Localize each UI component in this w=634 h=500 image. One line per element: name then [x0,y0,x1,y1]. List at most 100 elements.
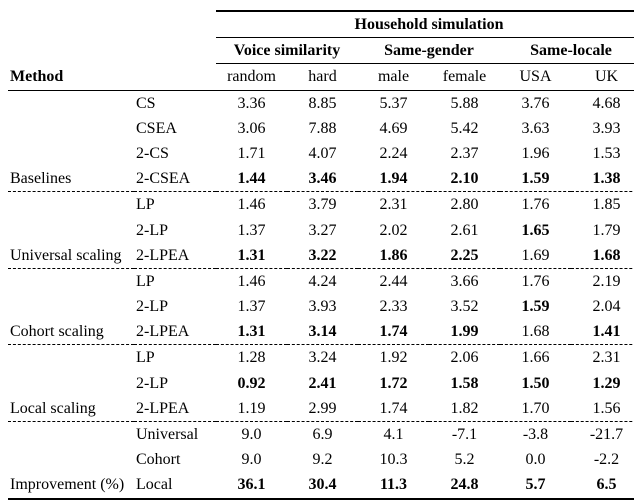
method-label: LP [134,192,216,218]
cell: 2.99 [287,396,358,422]
cell: 1.99 [429,319,500,345]
cell: 7.88 [287,116,358,141]
cell: 2.31 [358,192,429,218]
table-row: Improvement (%) Universal 9.0 6.9 4.1 -7… [8,422,634,448]
table-row: Universal scaling LP 1.46 3.79 2.31 2.80… [8,192,634,218]
cell: -7.1 [429,422,500,448]
cell: 2.02 [358,218,429,243]
method-label: 2-LP [134,371,216,396]
method-label: 2-CSEA [134,166,216,192]
cell: 36.1 [216,472,287,498]
cell: 3.66 [429,268,500,294]
cell: 3.93 [287,294,358,319]
cell: 5.2 [429,447,500,472]
cell: 1.70 [500,396,571,422]
cell: 1.74 [358,396,429,422]
cell: 1.76 [500,192,571,218]
cell: 2.37 [429,141,500,166]
super-header: Household simulation [216,11,634,38]
cell: 1.46 [216,268,287,294]
cell: 3.93 [571,116,634,141]
cell: -2.2 [571,447,634,472]
cell: 3.79 [287,192,358,218]
cell: 1.37 [216,218,287,243]
method-label: 2-CS [134,141,216,166]
col-female: female [429,64,500,90]
cell: 2.44 [358,268,429,294]
cell: 1.71 [216,141,287,166]
col-hard: hard [287,64,358,90]
cell: 2.41 [287,371,358,396]
cell: 5.88 [429,90,500,116]
cell: -3.8 [500,422,571,448]
cell: 2.04 [571,294,634,319]
cell: 9.2 [287,447,358,472]
cell: 2.06 [429,345,500,371]
cell: 3.27 [287,218,358,243]
cell: 1.59 [500,294,571,319]
cell: 1.44 [216,166,287,192]
cell: 1.50 [500,371,571,396]
cell: 4.68 [571,90,634,116]
cell: 6.5 [571,472,634,498]
cell: 1.46 [216,192,287,218]
cell: 1.85 [571,192,634,218]
col-random: random [216,64,287,90]
cell: 1.96 [500,141,571,166]
cell: 1.86 [358,243,429,269]
section-cohort: Cohort scaling [8,268,134,345]
cell: 11.3 [358,472,429,498]
header-row-groups: Voice similarity Same-gender Same-locale [8,38,634,64]
cell: 5.7 [500,472,571,498]
method-label: LP [134,345,216,371]
col-group-gender: Same-gender [358,38,500,64]
cell: 4.07 [287,141,358,166]
cell: 1.82 [429,396,500,422]
method-label: 2-LPEA [134,396,216,422]
cell: 1.68 [571,243,634,269]
cell: 3.76 [500,90,571,116]
cell: 8.85 [287,90,358,116]
col-usa: USA [500,64,571,90]
method-label: 2-LP [134,294,216,319]
cell: 3.36 [216,90,287,116]
method-label: 2-LPEA [134,243,216,269]
cell: 1.28 [216,345,287,371]
cell: 1.69 [500,243,571,269]
cell: 1.94 [358,166,429,192]
cell: 1.92 [358,345,429,371]
cell: 1.65 [500,218,571,243]
section-universal: Universal scaling [8,192,134,269]
cell: 5.37 [358,90,429,116]
cell: 1.59 [500,166,571,192]
cell: 3.22 [287,243,358,269]
cell: 0.92 [216,371,287,396]
cell: 6.9 [287,422,358,448]
method-label: 2-LPEA [134,319,216,345]
cell: 1.56 [571,396,634,422]
col-uk: UK [571,64,634,90]
cell: 4.69 [358,116,429,141]
cell: 4.1 [358,422,429,448]
cell: 1.79 [571,218,634,243]
method-label: Cohort [134,447,216,472]
cell: 3.06 [216,116,287,141]
cell: 1.66 [500,345,571,371]
method-label: 2-LP [134,218,216,243]
cell: 1.38 [571,166,634,192]
cell: 1.19 [216,396,287,422]
cell: 10.3 [358,447,429,472]
cell: 5.42 [429,116,500,141]
section-improvement: Improvement (%) [8,422,134,499]
cell: 2.25 [429,243,500,269]
cell: 2.19 [571,268,634,294]
cell: 1.74 [358,319,429,345]
cell: 2.10 [429,166,500,192]
cell: 24.8 [429,472,500,498]
col-male: male [358,64,429,90]
cell: 2.61 [429,218,500,243]
cell: 9.0 [216,422,287,448]
cell: -21.7 [571,422,634,448]
cell: 2.33 [358,294,429,319]
cell: 30.4 [287,472,358,498]
